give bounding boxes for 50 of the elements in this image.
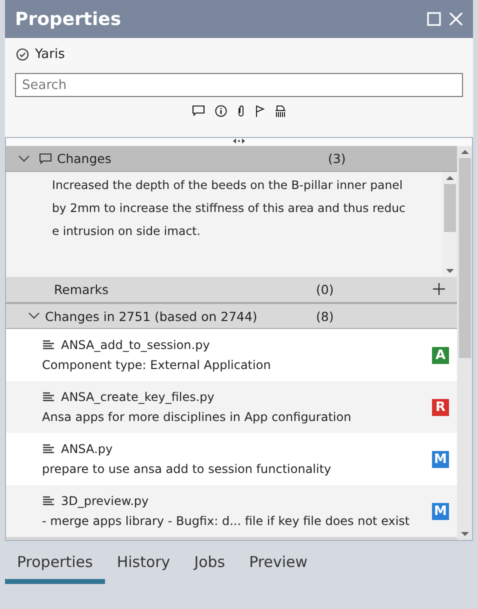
commit-message: Component type: External Application <box>42 358 272 372</box>
scrollbar[interactable] <box>442 172 457 277</box>
scrollbar[interactable] <box>457 146 472 540</box>
item-name: Yaris <box>35 47 65 62</box>
status-badge: A <box>432 346 449 364</box>
close-button[interactable] <box>449 12 463 26</box>
maximize-button[interactable] <box>427 12 441 26</box>
comment-icon[interactable] <box>192 105 205 117</box>
commit-message: - merge apps library - Bugfix: d... file if key file does not exist <box>42 514 411 528</box>
paperclip-icon[interactable] <box>237 105 245 117</box>
file-name: ANSA_create_key_files.py <box>61 390 214 404</box>
shredder-icon[interactable] <box>275 105 286 117</box>
comment-icon <box>39 152 52 164</box>
section-count: (0) <box>316 282 334 297</box>
commit-message: prepare to use ansa add to session functionality <box>42 462 332 476</box>
file-name: ANSA_add_to_session.py <box>61 338 210 352</box>
status-badge: M <box>432 502 449 520</box>
window-title: Properties <box>15 8 122 30</box>
section-title: Remarks <box>54 282 109 297</box>
resize-handle-icon[interactable] <box>233 138 245 144</box>
search-field[interactable]: Search <box>15 73 463 97</box>
status-badge: R <box>432 398 449 416</box>
section-title: Changes <box>57 151 112 166</box>
file-row[interactable]: ANSA_create_key_files.py Ansa apps for more disciplines in App configuration R <box>6 381 457 433</box>
status-badge: M <box>432 450 449 468</box>
text-file-icon <box>42 444 55 454</box>
description-line: e intrusion on side imact. <box>52 223 202 240</box>
file-row[interactable]: 3D_preview.py - merge apps library - Bugfix: d... file if key file does not exist M <box>6 485 457 537</box>
section-count: (8) <box>316 308 334 324</box>
check-circle-icon <box>16 48 29 61</box>
tab[interactable]: History <box>104 547 182 584</box>
file-name: ANSA.py <box>61 442 113 456</box>
info-icon[interactable] <box>215 105 227 117</box>
commit-message: Ansa apps for more disciplines in App configuration <box>42 410 352 424</box>
text-file-icon <box>42 340 55 350</box>
section-title: Changes in 2751 (based on 2744) <box>45 308 258 324</box>
tab[interactable]: Preview <box>237 547 320 584</box>
file-row[interactable]: ANSA.py prepare to use ansa add to session functionality M <box>6 433 457 485</box>
description-line: by 2mm to increase the stiffness of this area and thus reduc <box>52 200 406 217</box>
file-row[interactable]: ANSA_add_to_session.py Component type: External Application A <box>6 329 457 381</box>
flag-icon[interactable] <box>255 105 265 117</box>
file-name: 3D_preview.py <box>61 494 149 508</box>
collapse-chevron-icon[interactable] <box>28 312 40 320</box>
tab[interactable]: Properties <box>5 547 105 584</box>
text-file-icon <box>42 496 55 506</box>
tab[interactable]: Jobs <box>182 547 238 584</box>
text-file-icon <box>42 392 55 402</box>
section-count: (3) <box>328 151 346 166</box>
collapse-chevron-icon[interactable] <box>18 154 30 162</box>
description-line: Increased the depth of the beeds on the B-pillar inner panel <box>52 177 404 194</box>
